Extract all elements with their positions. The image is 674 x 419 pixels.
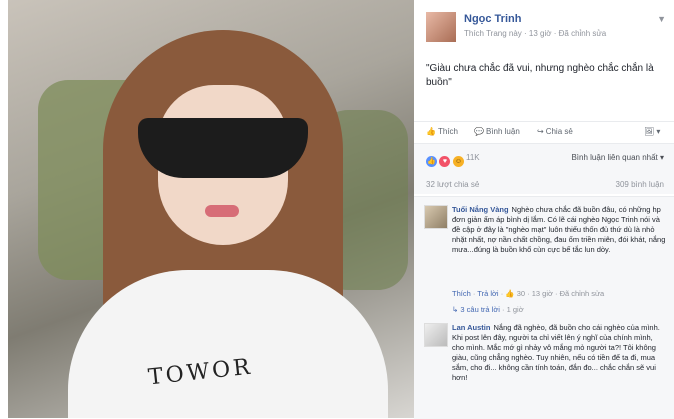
like-button[interactable]: 👍 Thích (426, 127, 458, 136)
post-panel: Ngọc Trinh Thích Trang này · 13 giờ · Đã… (414, 0, 674, 419)
comment-time: 13 giờ (531, 289, 553, 298)
author-name[interactable]: Ngọc Trinh (464, 13, 521, 25)
haha-reaction-icon: ☺ (452, 156, 464, 168)
reaction-selector[interactable]: 🖼 ▾ (644, 127, 660, 136)
comment-meta: Thích · Trả lời · 👍 30 · 13 giờ · Đã chỉ… (452, 289, 605, 298)
share-icon: ↪ (537, 127, 544, 136)
post-photo[interactable]: TOWOR (8, 0, 414, 418)
small-avatar-icon: 🖼 (644, 127, 655, 136)
reactions-bar: 👍 ♥ ☺ 11K Bình luận liên quan nhất ▾ (414, 143, 674, 174)
author-avatar[interactable] (426, 12, 456, 42)
comment-button[interactable]: 💬 Bình luận (474, 127, 520, 136)
comment-body: Lan Austin Nắng đã nghèo, đã buồn cho cái… (452, 323, 666, 383)
post-stats: 32 lượt chia sẻ 309 bình luận (414, 174, 674, 194)
post-header: Ngọc Trinh Thích Trang này · 13 giờ · Đã… (414, 8, 674, 48)
comment-reply-link[interactable]: Trả lời (477, 289, 498, 298)
comment-edited: Đã chỉnh sửa (559, 289, 605, 298)
post-meta: Thích Trang này · 13 giờ · Đã chỉnh sửa (464, 29, 607, 38)
share-button[interactable]: ↪ Chia sẻ (537, 127, 573, 136)
commenter-name[interactable]: Tuổi Nắng Vàng (452, 205, 509, 214)
like-reaction-icon: 👍 (426, 156, 437, 168)
thumbs-up-icon: 👍 (426, 127, 436, 136)
thumbs-up-icon: 👍 (505, 289, 515, 298)
commenter-avatar[interactable] (424, 205, 448, 229)
share-count[interactable]: 32 lượt chia sẻ (426, 180, 479, 189)
reaction-icons[interactable]: 👍 ♥ ☺ (426, 153, 464, 168)
frame-border (0, 0, 8, 418)
comment-list: Tuổi Nắng Vàng Nghèo chưa chắc đã buồn đâ… (414, 196, 674, 419)
options-caret-icon[interactable]: ▼ (657, 14, 666, 24)
view-replies-link[interactable]: ↳ 3 câu trả lời · 1 giờ (452, 305, 524, 314)
post-text: "Giàu chưa chắc đã vui, nhưng nghèo chắc… (426, 63, 654, 88)
replies-time: 1 giờ (506, 305, 524, 314)
comment-sort-dropdown[interactable]: Bình luận liên quan nhất ▾ (571, 153, 664, 162)
love-reaction-icon: ♥ (439, 156, 451, 168)
reaction-count[interactable]: 11K (466, 153, 480, 162)
comment-icon: 💬 (474, 127, 484, 136)
comment-body: Tuổi Nắng Vàng Nghèo chưa chắc đã buồn đâ… (452, 205, 666, 255)
reply-arrow-icon: ↳ (452, 305, 459, 314)
commenter-avatar[interactable] (424, 323, 448, 347)
lips (205, 205, 239, 217)
action-bar: 👍 Thích 💬 Bình luận ↪ Chia sẻ 🖼 ▾ (414, 121, 674, 142)
commenter-name[interactable]: Lan Austin (452, 323, 490, 332)
sunglasses (138, 118, 308, 178)
comment-like-link[interactable]: Thích (452, 289, 471, 298)
comment-like-count: 30 (516, 289, 526, 298)
comment-count[interactable]: 309 bình luận (616, 180, 665, 189)
